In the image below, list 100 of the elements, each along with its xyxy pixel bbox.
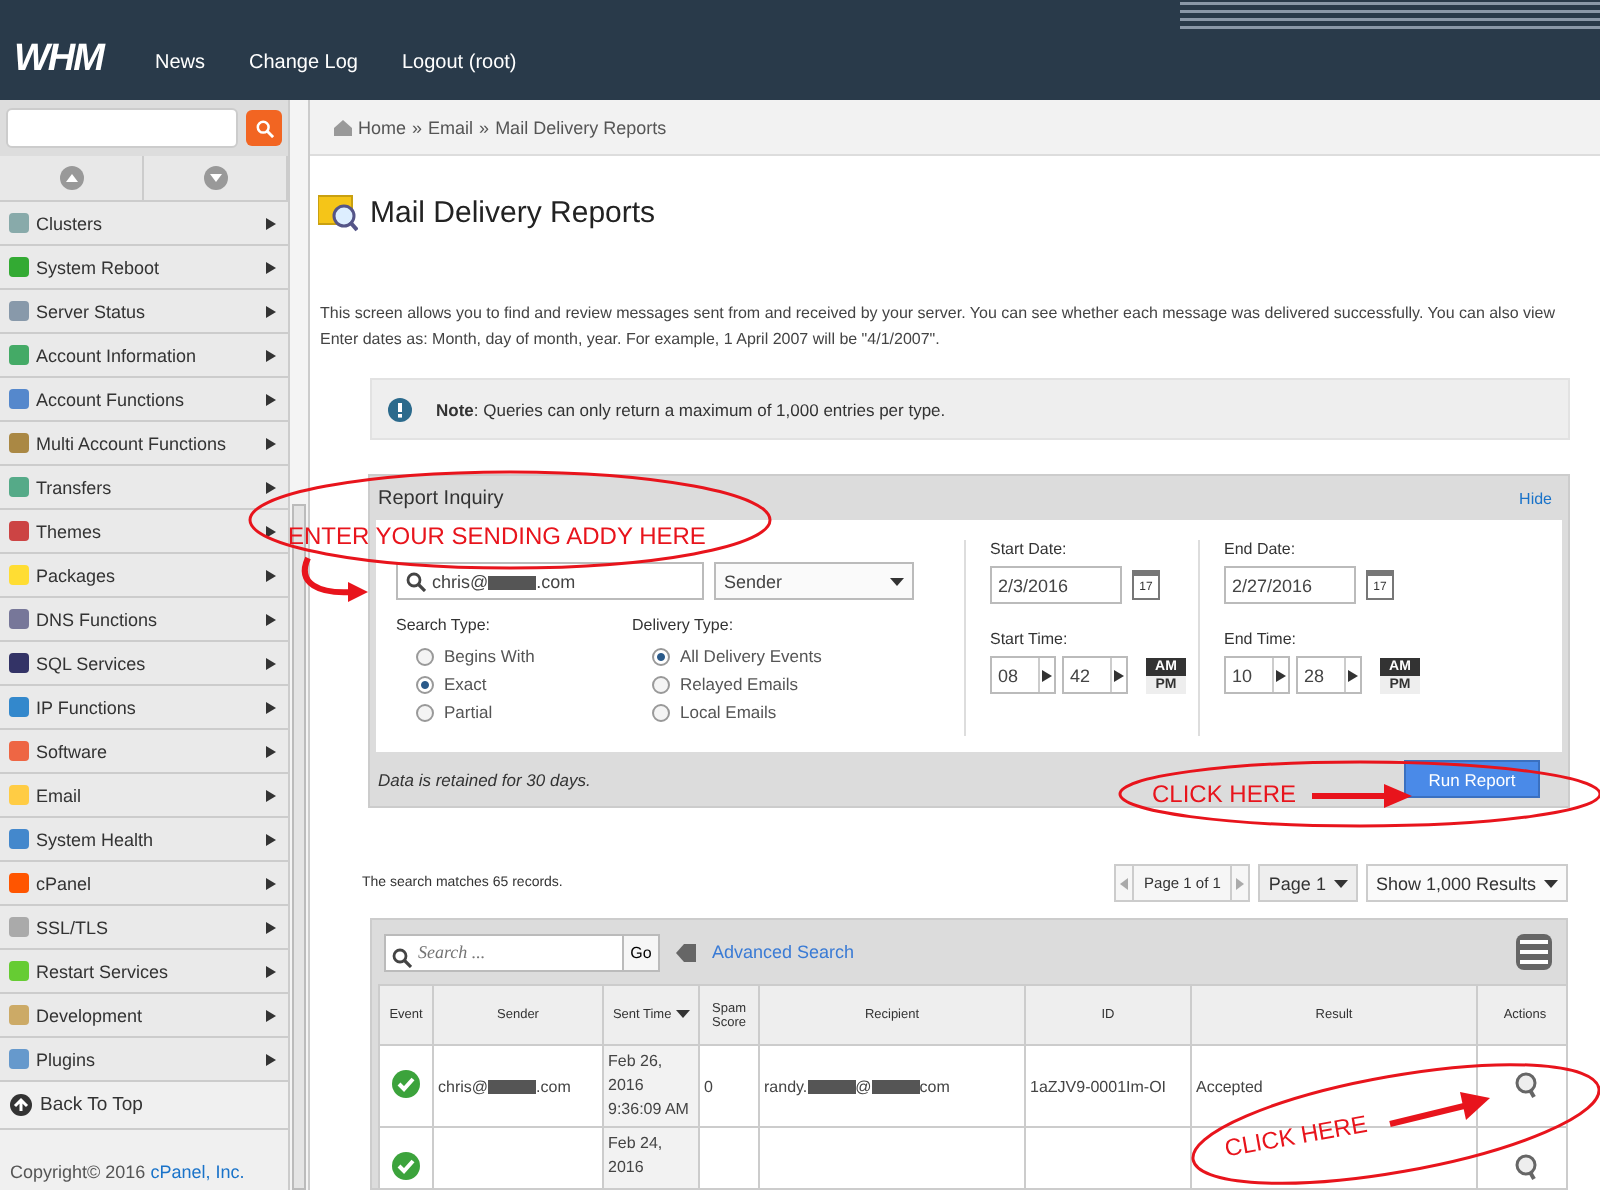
magnifier-icon[interactable] [1513,1153,1537,1179]
field-type-select[interactable]: Sender [714,562,914,600]
expand-arrow-icon [266,833,276,845]
group-label: Search Type: [396,616,492,634]
search-button[interactable] [246,110,282,146]
hour-spinner[interactable]: 10 [1224,656,1290,694]
sidebar-item[interactable]: Account Functions [0,378,288,422]
expand-arrow-icon [266,1053,276,1065]
annotation-arrow [1312,784,1412,808]
hide-link[interactable]: Hide [1519,489,1552,507]
category-icon [8,388,30,410]
expand-arrow-icon [266,305,276,317]
sidebar-item[interactable]: Development [0,994,288,1038]
expand-arrow-icon [266,481,276,493]
sidebar-item[interactable]: DNS Functions [0,598,288,642]
sidebar-item[interactable]: Multi Account Functions [0,422,288,466]
category-icon [8,872,30,894]
table-search-field[interactable]: Search ... [384,933,624,971]
expand-arrow-icon [266,965,276,977]
sidebar-item[interactable]: Themes [0,510,288,554]
go-button[interactable]: Go [624,933,660,971]
sidebar-item[interactable]: cPanel [0,862,288,906]
search-field[interactable] [6,108,239,148]
sidebar-item[interactable]: Restart Services [0,950,288,994]
description-text: This screen allows you to find and review messages sent from and received by your server. You can see whether each message was delivered successfully. You can also view Enter dates as: Month, day of month, year. For example, 1 April 2007 will be "4/1/2007". [320,302,1558,352]
expand-arrow-icon [266,393,276,405]
expand-arrow-icon [266,877,276,889]
email-field[interactable]: chris@ .com [396,562,704,600]
radio-option[interactable]: Partial [396,700,632,724]
category-icon [8,828,30,850]
expand-arrow-icon [266,745,276,757]
page-select[interactable]: Page 1 [1258,864,1358,902]
sidebar-item[interactable]: Clusters [0,202,288,246]
radio-option[interactable]: Local Emails [632,700,952,724]
tag-icon [676,943,696,961]
retention-text: Data is retained for 30 days. [378,769,591,789]
breadcrumb-separator: » [412,117,423,137]
expand-arrow-icon [266,261,276,273]
email-address: chris@ .com [432,571,576,591]
caret-icon [1544,879,1558,887]
minute-spinner[interactable]: 42 [1062,656,1128,694]
date-field[interactable]: 2/27/2016 [1224,566,1356,604]
sidebar-item[interactable]: IP Functions [0,686,288,730]
expand-arrow-icon [1114,669,1124,681]
expand-arrow-icon [266,1009,276,1021]
nav-link[interactable]: Logout (root) [402,52,517,76]
expand-arrow-icon [266,921,276,933]
info-icon [388,397,412,421]
hour-spinner[interactable]: 08 [990,656,1056,694]
envelope-search-icon [318,192,358,232]
up-arrow-icon [10,1094,32,1116]
previous-page-icon[interactable] [1120,877,1129,889]
breadcrumb-separator: » [479,117,490,137]
sidebar-item[interactable]: SSL/TLS [0,906,288,950]
back-to-top-link[interactable]: Back To Top [0,1082,288,1130]
expand-arrow-icon [266,437,276,449]
sidebar-item[interactable]: Server Status [0,290,288,334]
breadcrumb-link[interactable]: Home [358,117,407,137]
magnifier-icon[interactable] [1513,1071,1537,1097]
expand-arrow-icon [266,613,276,625]
whm-logo[interactable]: WHM [14,38,103,82]
category-icon [8,1048,30,1070]
category-icon [8,476,30,498]
sidebar-item[interactable]: Transfers [0,466,288,510]
category-icon [8,740,30,762]
sidebar-item[interactable]: Plugins [0,1038,288,1082]
nav-link[interactable]: Change Log [249,52,358,76]
minute-spinner[interactable]: 28 [1296,656,1362,694]
category-icon [8,696,30,718]
caret-icon [1333,879,1348,887]
annotation-text: ENTER YOUR SENDING ADDY HERE [288,524,706,550]
category-icon [8,300,30,322]
sidebar-item[interactable]: Packages [0,554,288,598]
field-label: End Time: [1224,630,1299,648]
next-page-icon[interactable] [1236,877,1245,889]
category-icon [8,212,30,234]
breadcrumb-link[interactable]: Email [428,117,474,137]
sidebar-item[interactable]: System Health [0,818,288,862]
check-icon [392,1070,420,1098]
company-link[interactable]: cPanel, Inc. [150,1162,245,1182]
radio-option[interactable]: All Delivery Events [632,644,952,668]
expand-arrow-icon [266,789,276,801]
sidebar-item[interactable]: Software [0,730,288,774]
nav-link[interactable]: News [154,52,205,76]
sidebar-item[interactable]: Account Information [0,334,288,378]
category-icon [8,344,30,366]
email-address: chris@ .com [438,1077,571,1095]
table-cell: Feb 24, 2016 [603,1127,699,1188]
column-menu-button[interactable] [1516,934,1552,970]
category-icon [8,652,30,674]
sidebar-item[interactable]: SQL Services [0,642,288,686]
radio-option[interactable]: Begins With [396,644,632,668]
sidebar-item[interactable]: Email [0,774,288,818]
sidebar-item[interactable]: System Reboot [0,246,288,290]
group-label: Delivery Type: [632,616,736,634]
expand-arrow-icon [266,657,276,669]
date-field[interactable]: 2/3/2016 [990,566,1122,604]
radio-option[interactable]: Relayed Emails [632,672,952,696]
radio-option[interactable]: Exact [396,672,632,696]
page-size-select[interactable]: Show 1,000 Results [1365,864,1568,902]
